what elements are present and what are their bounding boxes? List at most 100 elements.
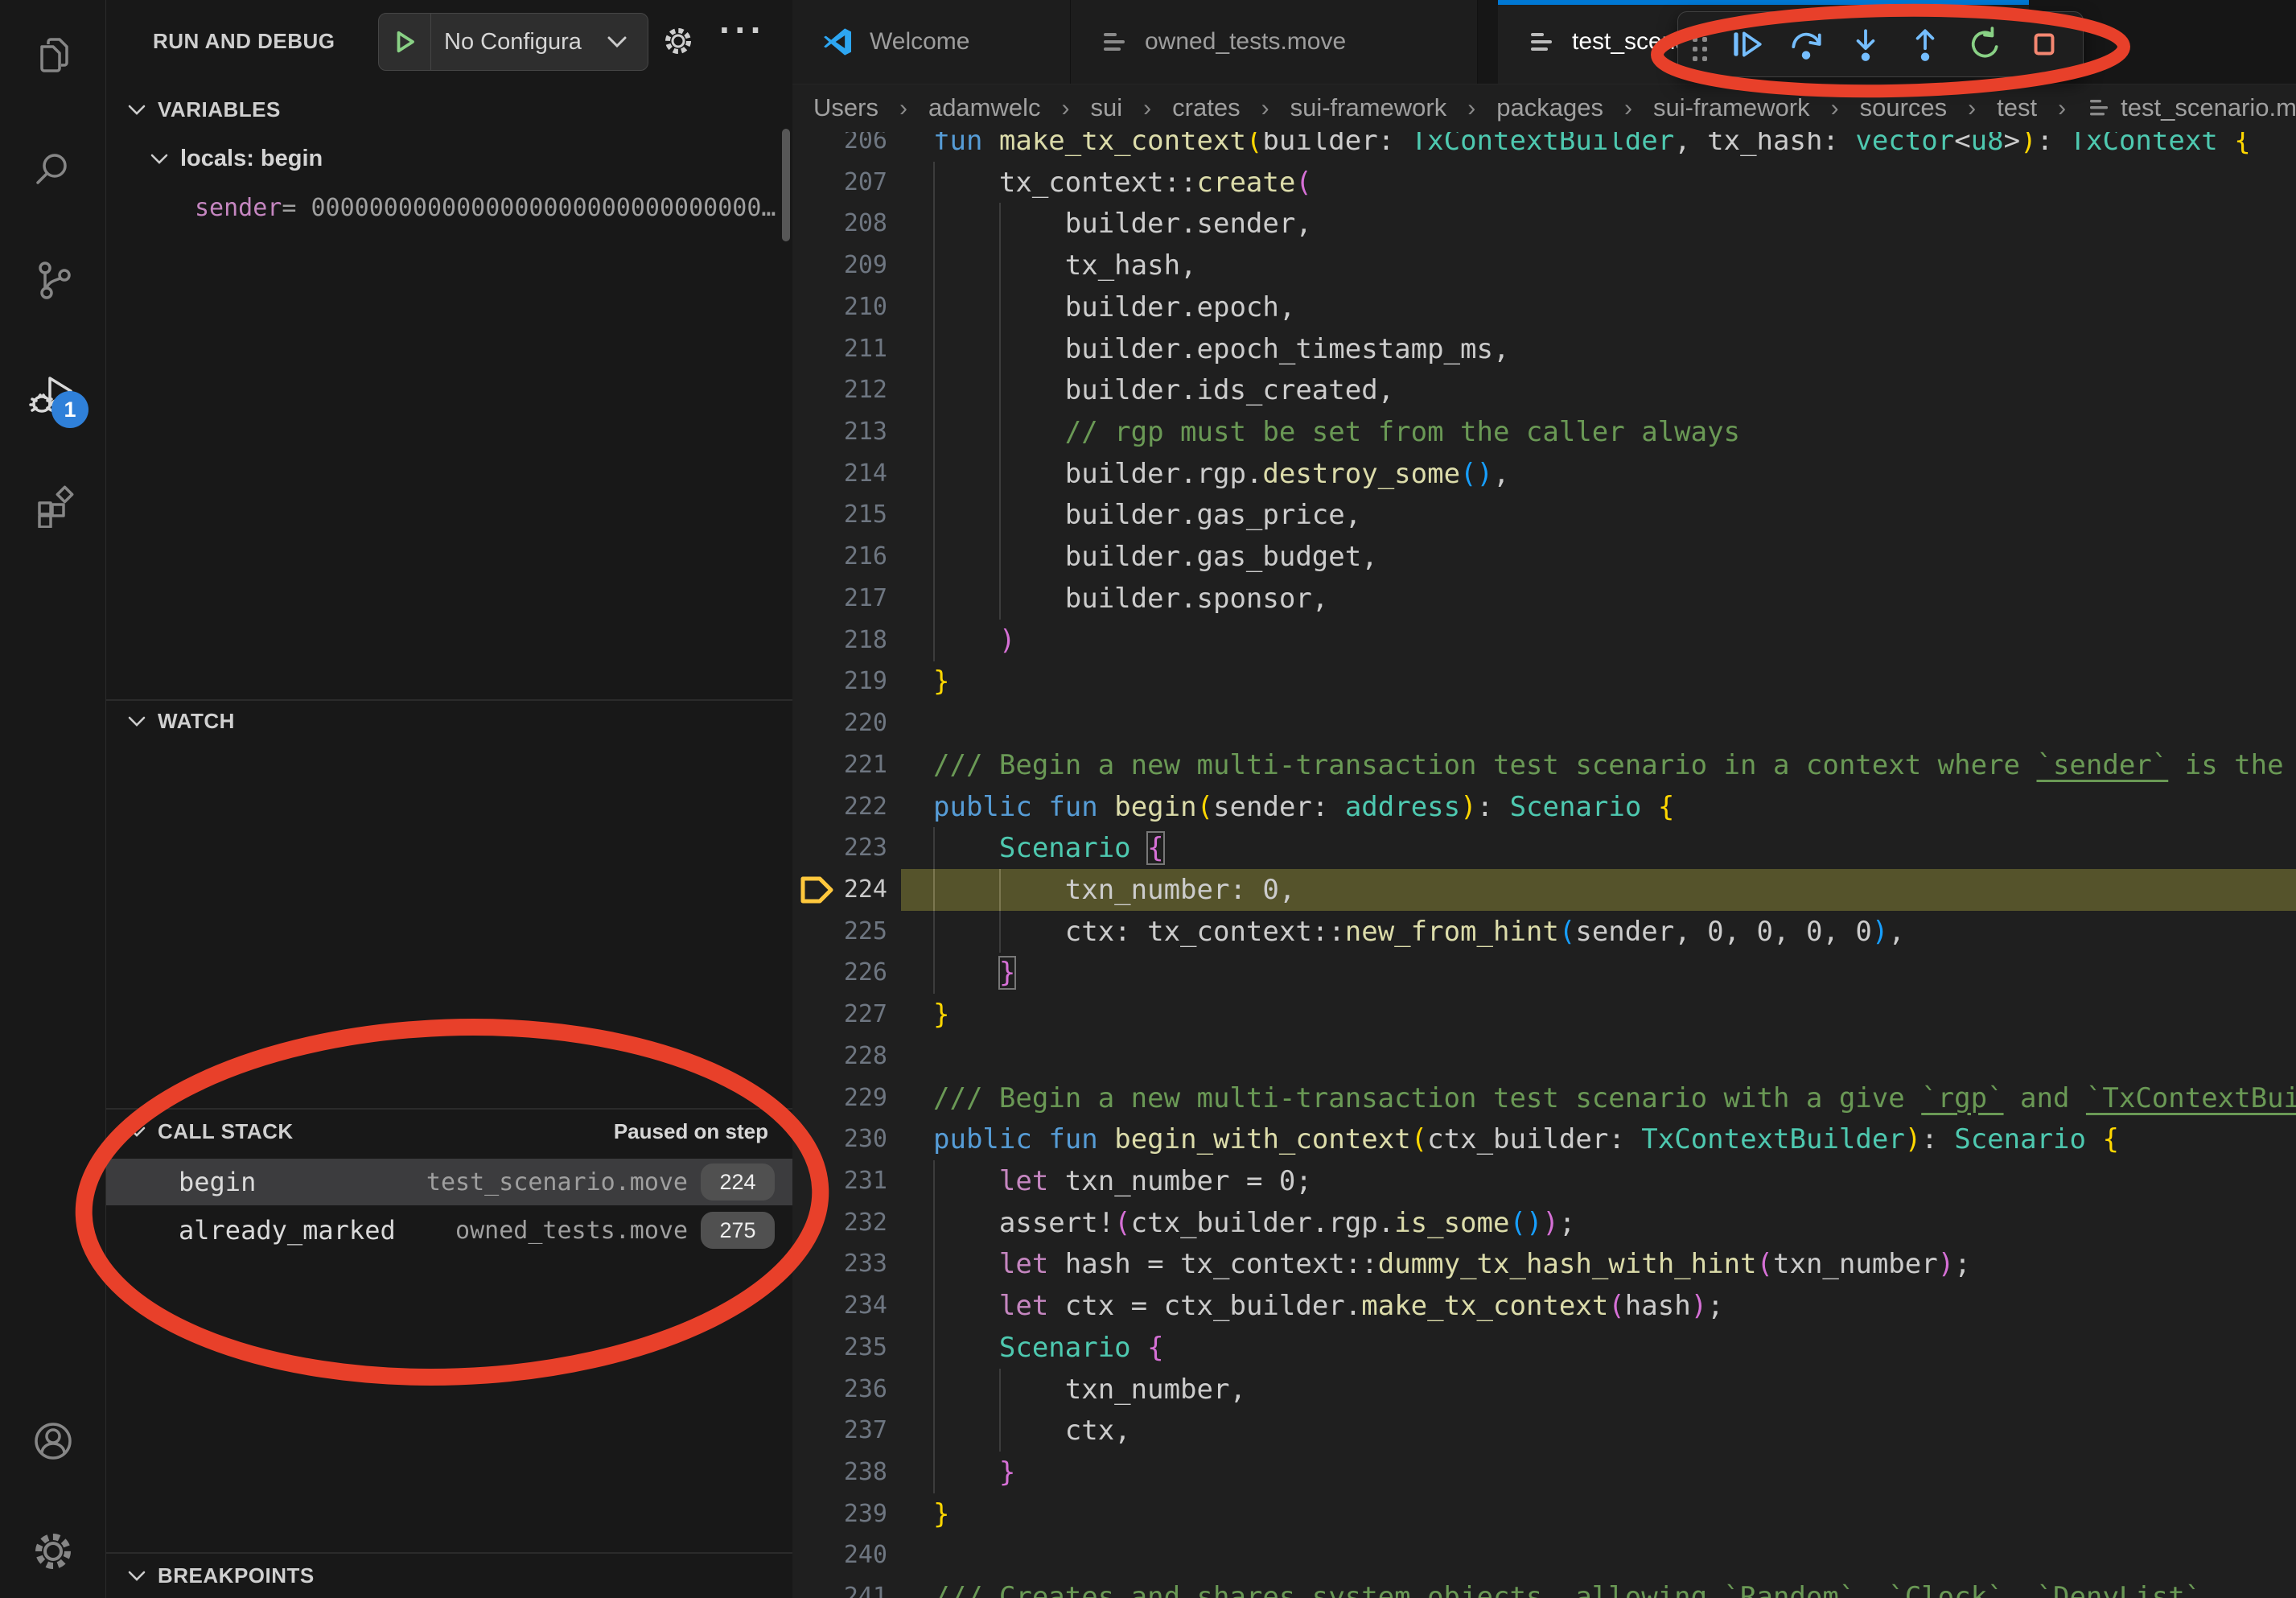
line-number[interactable]: 214 [792, 453, 887, 495]
code-line[interactable]: /// Begin a new multi-transaction test s… [933, 1077, 2296, 1119]
code-line[interactable]: builder.epoch_timestamp_ms, [933, 328, 1509, 370]
line-number[interactable]: 218 [792, 620, 887, 661]
code-line[interactable]: ) [933, 620, 1015, 661]
code-line[interactable]: txn_number, [933, 1369, 1246, 1411]
code-line[interactable]: /// Creates and shares system objects, a… [933, 1576, 2201, 1598]
line-number[interactable]: 217 [792, 578, 887, 620]
line-number[interactable]: 226 [792, 952, 887, 994]
code-line[interactable]: // rgp must be set from the caller alway… [933, 411, 1740, 453]
code-line[interactable]: ctx, [933, 1410, 1131, 1452]
line-number[interactable]: 219 [792, 661, 887, 702]
breadcrumb-item[interactable]: test [1997, 93, 2037, 121]
code-line[interactable]: txn_number: 0, [933, 869, 1295, 911]
code-line[interactable]: let txn_number = 0; [933, 1160, 1312, 1202]
breakpoints-section-header[interactable]: BREAKPOINTS [106, 1556, 792, 1595]
line-number[interactable]: 216 [792, 536, 887, 578]
line-number[interactable]: 209 [792, 245, 887, 286]
line-number[interactable]: 212 [792, 369, 887, 411]
code-line[interactable]: builder.rgp.destroy_some(), [933, 453, 1509, 495]
line-number[interactable]: 239 [792, 1493, 887, 1535]
code-line[interactable]: let hash = tx_context::dummy_tx_hash_wit… [933, 1243, 1971, 1285]
line-number[interactable]: 240 [792, 1534, 887, 1576]
line-number[interactable]: 207 [792, 162, 887, 204]
line-number[interactable]: 223 [792, 827, 887, 869]
breadcrumb-item[interactable]: packages [1496, 93, 1603, 121]
search-icon[interactable] [0, 146, 105, 194]
code-line[interactable]: tx_hash, [933, 245, 1197, 286]
breadcrumb-item[interactable]: sui-framework [1290, 93, 1447, 121]
line-number[interactable]: 220 [792, 702, 887, 744]
code-line[interactable]: } [933, 1452, 1015, 1493]
code-line[interactable]: builder.epoch, [933, 286, 1295, 328]
watch-section-header[interactable]: WATCH [106, 702, 792, 740]
line-number[interactable]: 213 [792, 411, 887, 453]
breadcrumb-item[interactable]: adamwelc [928, 93, 1041, 121]
line-number[interactable]: 235 [792, 1327, 887, 1369]
breadcrumb-item[interactable]: sui-framework [1653, 93, 1810, 121]
line-number[interactable]: 233 [792, 1243, 887, 1285]
variables-scope-row[interactable]: locals: begin [106, 138, 836, 179]
line-number[interactable]: 224 [792, 869, 887, 911]
line-number[interactable]: 234 [792, 1285, 887, 1327]
code-line[interactable]: } [933, 994, 949, 1036]
line-number[interactable]: 230 [792, 1118, 887, 1160]
restart-button[interactable] [1965, 22, 2005, 67]
code-line[interactable]: builder.gas_budget, [933, 536, 1378, 578]
code-line[interactable]: builder.ids_created, [933, 369, 1394, 411]
code-line[interactable]: ctx: tx_context::new_from_hint(sender, 0… [933, 911, 1905, 953]
code-line[interactable]: assert!(ctx_builder.rgp.is_some()); [933, 1202, 1575, 1244]
line-number[interactable]: 227 [792, 994, 887, 1036]
step-out-button[interactable] [1905, 22, 1945, 67]
code-line[interactable]: } [933, 952, 1015, 994]
line-number[interactable]: 211 [792, 328, 887, 370]
breadcrumb-item[interactable]: Users [813, 93, 878, 121]
code-line[interactable]: public fun begin(sender: address): Scena… [933, 786, 1674, 828]
call-stack-section-header[interactable]: CALL STACK Paused on step [106, 1112, 792, 1151]
code-line[interactable]: builder.gas_price, [933, 494, 1361, 536]
continue-button[interactable] [1726, 22, 1767, 67]
account-icon[interactable] [0, 1417, 105, 1465]
line-number[interactable]: 208 [792, 203, 887, 245]
explorer-icon[interactable] [0, 33, 105, 81]
sidebar-scrollbar[interactable] [782, 129, 790, 241]
code-line[interactable]: } [933, 661, 949, 702]
settings-gear-icon[interactable] [0, 1527, 105, 1575]
stop-button[interactable] [2024, 22, 2064, 67]
line-number[interactable]: 228 [792, 1036, 887, 1077]
code-line[interactable]: let ctx = ctx_builder.make_tx_context(ha… [933, 1285, 1724, 1327]
step-over-button[interactable] [1786, 22, 1826, 67]
debug-settings-gear-icon[interactable] [661, 24, 695, 58]
line-number[interactable]: 237 [792, 1410, 887, 1452]
code-line[interactable]: builder.sender, [933, 203, 1312, 245]
line-number[interactable]: 225 [792, 911, 887, 953]
start-debugging-icon[interactable] [379, 14, 431, 70]
line-number[interactable]: 236 [792, 1369, 887, 1411]
variables-section-header[interactable]: VARIABLES [106, 90, 792, 129]
line-number[interactable]: 238 [792, 1452, 887, 1493]
breadcrumb-file[interactable]: test_scenario.move [2087, 93, 2296, 122]
line-number[interactable]: 241 [792, 1576, 887, 1598]
tab-welcome[interactable]: Welcome [792, 0, 1071, 84]
variable-row[interactable]: sender = 0000000000000000000000000000000… [106, 188, 881, 227]
line-number[interactable]: 221 [792, 744, 887, 786]
breadcrumb-item[interactable]: crates [1172, 93, 1240, 121]
line-number[interactable]: 215 [792, 494, 887, 536]
code-line[interactable]: tx_context::create( [933, 162, 1312, 204]
code-editor[interactable]: 206fun make_tx_context(builder: TxContex… [792, 0, 2296, 1598]
line-number[interactable]: 210 [792, 286, 887, 328]
extensions-icon[interactable] [0, 481, 105, 529]
call-stack-frame[interactable]: begintest_scenario.move224 [106, 1159, 792, 1205]
code-line[interactable]: Scenario { [933, 1327, 1164, 1369]
toolbar-gripper[interactable] [1693, 27, 1707, 61]
debug-config-dropdown[interactable]: No Configura [378, 13, 648, 71]
code-line[interactable]: public fun begin_with_context(ctx_builde… [933, 1118, 2119, 1160]
code-line[interactable]: } [933, 1493, 949, 1535]
line-number[interactable]: 232 [792, 1202, 887, 1244]
breadcrumb-item[interactable]: sui [1091, 93, 1123, 121]
line-number[interactable]: 229 [792, 1077, 887, 1119]
call-stack-frame[interactable]: already_markedowned_tests.move275 [106, 1207, 792, 1254]
source-control-icon[interactable] [0, 256, 105, 304]
line-number[interactable]: 222 [792, 786, 887, 828]
breadcrumb-item[interactable]: sources [1860, 93, 1948, 121]
code-line[interactable]: builder.sponsor, [933, 578, 1328, 620]
